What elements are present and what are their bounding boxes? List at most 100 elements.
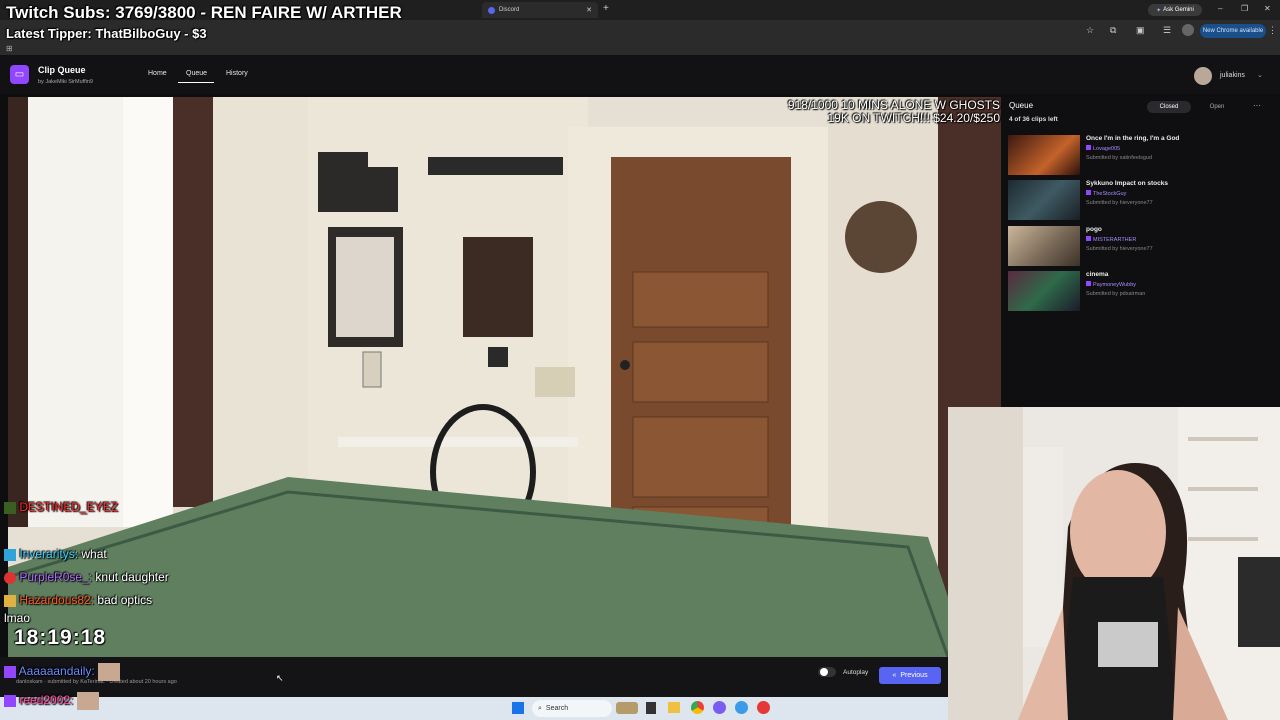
creator-name[interactable]: JakeMiki — [45, 79, 66, 85]
clip-submitter: Submitted by satinfeelsgud — [1086, 155, 1153, 161]
clip-submitter: Submitted by hieveryone77 — [1086, 200, 1153, 206]
chat-badge-icon — [4, 666, 16, 678]
nav-history[interactable]: History — [226, 70, 248, 77]
chat-badge-icon — [4, 594, 16, 607]
overlay-latest-tipper: Latest Tipper: ThatBilboGuy - $3 — [6, 26, 207, 41]
chat-message: Inveraritys: what — [4, 547, 107, 561]
window-close-icon[interactable]: ✕ — [1264, 4, 1271, 13]
search-icon: ⌕ — [538, 704, 542, 712]
user-name[interactable]: juliakins — [1220, 72, 1245, 79]
taskbar-search[interactable]: ⌕ Search — [532, 700, 612, 717]
app-title: Clip Queue — [38, 65, 86, 75]
clip-thumbnail — [1008, 226, 1080, 266]
obs-icon[interactable] — [757, 701, 770, 714]
user-avatar[interactable] — [1194, 67, 1212, 85]
chat-emote-icon — [76, 692, 99, 710]
browser-tab-discord[interactable]: Discord ✕ — [482, 2, 598, 18]
queue-clip-item[interactable]: Once I'm in the ring, I'm a God Lovage00… — [1008, 135, 1273, 177]
webcam-frame — [948, 407, 1280, 720]
clip-channel-name: MISTERARTHER — [1093, 237, 1137, 243]
queue-closed-button[interactable]: Closed — [1147, 101, 1191, 113]
app-creators: by JakeMiki SirMuffin9 — [38, 79, 93, 85]
chat-username: PurpleR0se_: — [19, 570, 93, 584]
chat-username: reed2002: — [19, 693, 74, 708]
star-icon[interactable]: ☆ — [1086, 25, 1094, 36]
profile-avatar[interactable] — [1182, 24, 1194, 36]
previous-icon: « — [892, 672, 897, 679]
tab-label: Discord — [499, 7, 520, 13]
clip-submitter: Submitted by pdxairman — [1086, 291, 1146, 297]
clip-channel: PaymoneyWubby — [1086, 281, 1136, 288]
windows-taskbar: ⌕ Search — [0, 697, 948, 720]
creator-name[interactable]: SirMuffin9 — [68, 79, 93, 85]
chat-text: lmao — [4, 611, 31, 625]
edge-icon[interactable] — [735, 701, 748, 714]
chrome-icon[interactable] — [691, 701, 704, 714]
discord-icon — [488, 6, 495, 14]
chat-text: knut daughter — [95, 570, 169, 584]
sidepanel-icon[interactable]: ▣ — [1136, 25, 1145, 36]
new-chrome-available-button[interactable]: New Chrome available — [1200, 24, 1266, 38]
webcam-feed — [948, 407, 1280, 720]
chat-message: Aaaaaandaily: — [4, 663, 121, 681]
previous-button[interactable]: «Previous — [879, 667, 941, 684]
clip-channel-name: TheStockGuy — [1093, 191, 1127, 197]
overlay-goal-line-2: 19K ON TWITCH!!! $24.20/$250 — [827, 111, 1000, 125]
chevron-down-icon[interactable]: ⌄ — [1257, 71, 1263, 79]
app-icon[interactable] — [713, 701, 726, 714]
clip-title: Sykkuno Impact on stocks — [1086, 180, 1168, 187]
task-view-icon[interactable] — [646, 702, 656, 714]
chat-badge-icon — [4, 501, 16, 514]
chat-message: Hazardous82: bad optics — [4, 593, 152, 607]
autoplay-toggle[interactable] — [818, 667, 836, 677]
clip-thumbnail — [1008, 135, 1080, 175]
chat-emote-icon — [98, 663, 121, 681]
clip-queue-logo-icon: ▭ — [10, 65, 29, 84]
apps-grid-icon[interactable]: ⊞ — [6, 44, 13, 53]
twitch-icon — [1086, 145, 1091, 150]
queue-clip-item[interactable]: pogo MISTERARTHER Submitted by hieveryon… — [1008, 226, 1273, 268]
clip-thumbnail — [1008, 180, 1080, 220]
clip-title: pogo — [1086, 226, 1102, 233]
queue-clip-item[interactable]: cinema PaymoneyWubby Submitted by pdxair… — [1008, 271, 1273, 313]
chat-message: reed2002: — [4, 692, 99, 710]
overlay-goal-line-1: 918/1000 10 MINS ALONE W GHOSTS — [787, 98, 1000, 112]
chat-badge-icon — [4, 695, 16, 707]
ask-gemini-label: Ask Gemini — [1163, 7, 1194, 13]
nav-home[interactable]: Home — [148, 70, 167, 77]
chat-username: DESTINED_EYEZ — [19, 500, 119, 514]
widget-icon[interactable] — [616, 702, 638, 714]
queue-clip-item[interactable]: Sykkuno Impact on stocks TheStockGuy Sub… — [1008, 180, 1273, 222]
clip-title: Once I'm in the ring, I'm a God — [1086, 135, 1180, 142]
menu-icon[interactable]: ☰ — [1163, 25, 1171, 36]
chat-username: Hazardous82: — [19, 593, 95, 607]
overlay-timer: 18:19:18 — [14, 626, 107, 649]
twitch-icon — [1086, 190, 1091, 195]
overlay-subs-goal: Twitch Subs: 3769/3800 - REN FAIRE W/ AR… — [6, 3, 402, 22]
nav-queue[interactable]: Queue — [186, 70, 207, 77]
queue-more-icon[interactable]: ⋯ — [1253, 101, 1261, 110]
new-tab-icon[interactable]: + — [603, 3, 609, 14]
restore-icon[interactable]: ❐ — [1241, 4, 1248, 13]
previous-label: Previous — [900, 672, 928, 679]
chat-badge-icon — [4, 571, 16, 584]
more-options-icon[interactable]: ⋮ — [1268, 25, 1277, 36]
player-bottom-bar: danloskam · submitted by KaTerinac · cre… — [0, 657, 948, 697]
ask-gemini-button[interactable]: ✦ Ask Gemini — [1148, 4, 1202, 16]
twitch-icon — [1086, 236, 1091, 241]
queue-open-button[interactable]: Open — [1197, 101, 1237, 113]
autoplay-label: Autoplay — [843, 669, 869, 676]
clip-channel: Lovage005 — [1086, 145, 1120, 152]
windows-start-icon[interactable] — [512, 702, 524, 714]
minimize-icon[interactable]: – — [1218, 4, 1222, 13]
close-icon[interactable]: ✕ — [586, 6, 592, 14]
chat-text: bad optics — [97, 593, 153, 607]
clip-channel: TheStockGuy — [1086, 190, 1126, 197]
file-explorer-icon[interactable] — [668, 702, 680, 713]
chat-message: DESTINED_EYEZ — [4, 500, 118, 514]
clip-channel-name: PaymoneyWubby — [1093, 282, 1137, 288]
clip-title: cinema — [1086, 271, 1109, 278]
search-label: Search — [545, 705, 569, 712]
clip-thumbnail — [1008, 271, 1080, 311]
extensions-icon[interactable]: ⧉ — [1110, 25, 1116, 36]
